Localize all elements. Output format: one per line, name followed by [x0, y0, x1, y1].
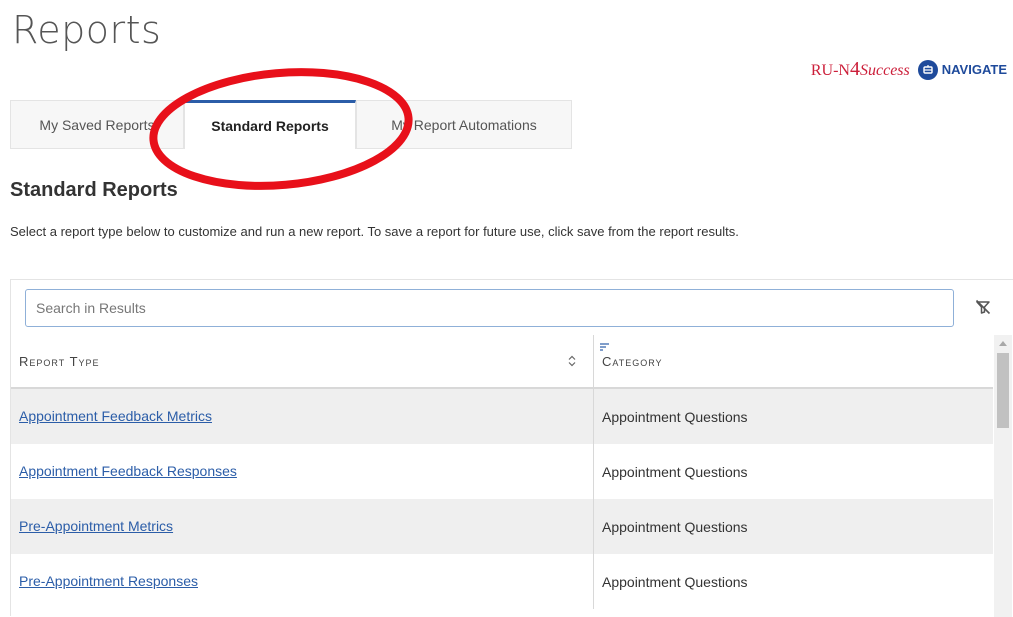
report-type-cell: Pre-Appointment Responses: [11, 573, 593, 591]
brand-logos: RU-N4Success NAVIGATE: [811, 58, 1007, 81]
report-link[interactable]: Appointment Feedback Metrics: [19, 408, 212, 424]
section-description: Select a report type below to customize …: [10, 224, 739, 239]
navigate-logo-icon: [917, 59, 938, 80]
ru-n4success-logo: RU-N4Success: [811, 58, 910, 81]
table-row: Appointment Feedback Metrics Appointment…: [11, 389, 993, 444]
scroll-up-arrow-icon[interactable]: [999, 341, 1007, 346]
category-cell: Appointment Questions: [593, 444, 993, 499]
scrollbar-thumb[interactable]: [997, 353, 1009, 428]
report-type-cell: Appointment Feedback Responses: [11, 463, 593, 481]
report-type-cell: Appointment Feedback Metrics: [11, 408, 593, 426]
section-title: Standard Reports: [10, 179, 178, 201]
tab-my-report-automations[interactable]: My Report Automations: [356, 100, 572, 149]
navigate-logo: NAVIGATE: [917, 59, 1007, 80]
table-header: Report Type Category: [11, 335, 993, 389]
reports-panel: Report Type Category Appointment Feedbac…: [10, 279, 1013, 617]
report-type-cell: Pre-Appointment Metrics: [11, 518, 593, 536]
page-title: Reports: [12, 8, 162, 52]
reports-table: Report Type Category Appointment Feedbac…: [11, 335, 993, 609]
report-link[interactable]: Pre-Appointment Responses: [19, 573, 198, 589]
sort-lines-icon[interactable]: [600, 343, 610, 354]
report-link[interactable]: Pre-Appointment Metrics: [19, 518, 173, 534]
tab-my-saved-reports[interactable]: My Saved Reports: [10, 100, 184, 149]
column-header-category[interactable]: Category: [593, 335, 993, 387]
table-scrollbar[interactable]: [994, 335, 1012, 617]
category-cell: Appointment Questions: [593, 554, 993, 609]
tab-standard-reports[interactable]: Standard Reports: [184, 100, 356, 149]
category-cell: Appointment Questions: [593, 389, 993, 444]
navigate-logo-text: NAVIGATE: [941, 62, 1007, 77]
sort-icon[interactable]: [568, 355, 576, 370]
table-row: Appointment Feedback Responses Appointme…: [11, 444, 993, 499]
table-row: Pre-Appointment Metrics Appointment Ques…: [11, 499, 993, 554]
search-input[interactable]: [25, 289, 954, 327]
ru-logo-four: 4: [849, 58, 860, 80]
report-tabs: My Saved Reports Standard Reports My Rep…: [10, 100, 572, 149]
table-row: Pre-Appointment Responses Appointment Qu…: [11, 554, 993, 609]
ru-logo-prefix: RU-N: [810, 62, 850, 79]
category-cell: Appointment Questions: [593, 499, 993, 554]
column-header-category-label: Category: [602, 353, 663, 369]
ru-logo-suffix: Success: [859, 62, 910, 79]
column-header-report-type[interactable]: Report Type: [11, 335, 593, 387]
filter-off-icon[interactable]: [974, 298, 992, 316]
report-link[interactable]: Appointment Feedback Responses: [19, 463, 237, 479]
column-header-report-type-label: Report Type: [19, 353, 100, 369]
